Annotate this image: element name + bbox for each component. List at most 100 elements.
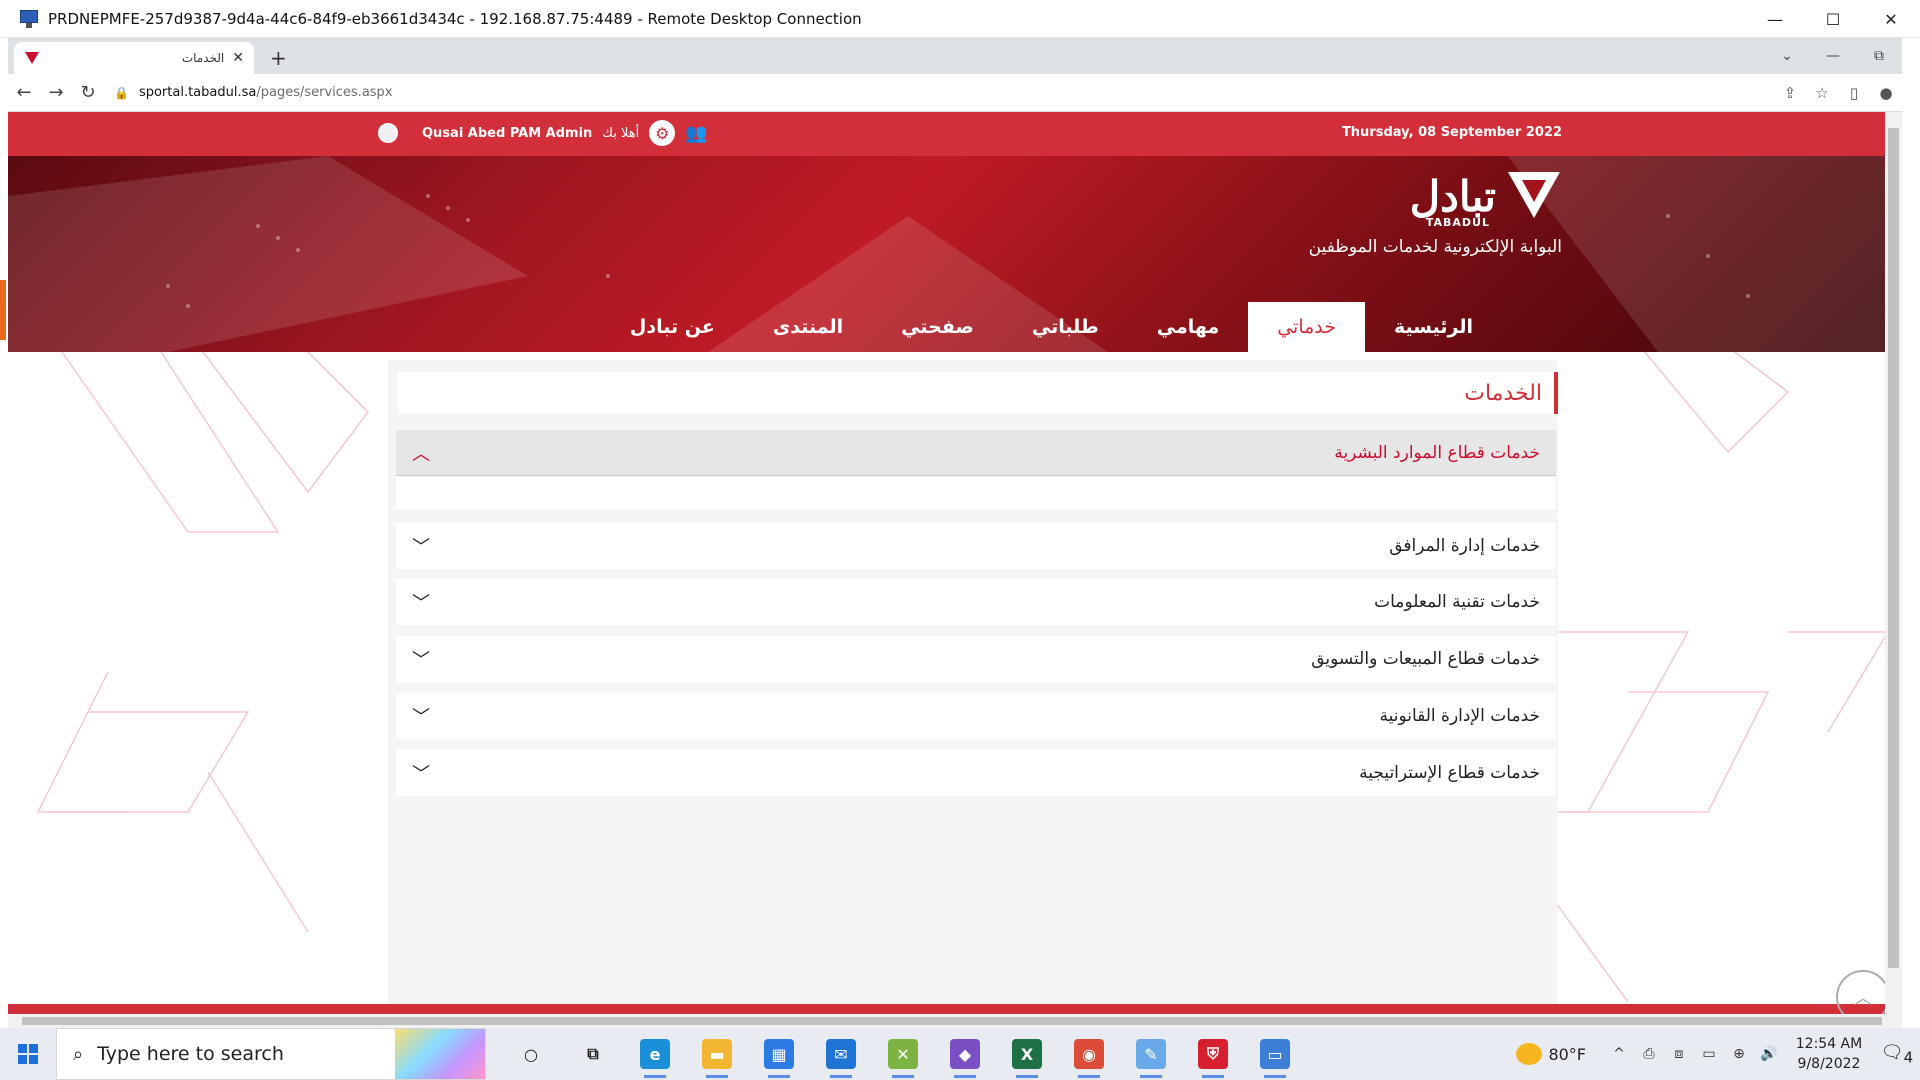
share-icon[interactable]: ⇪: [1774, 84, 1806, 102]
address-bar-row: ← → ↻ 🔒 sportal.tabadul.sa /pages/servic…: [8, 74, 1902, 112]
nav-item-my-services[interactable]: خدماتي: [1248, 302, 1366, 352]
page-title: الخدمات: [1464, 380, 1542, 406]
search-placeholder: Type here to search: [97, 1043, 284, 1065]
visual-studio-icon[interactable]: ◆: [934, 1028, 996, 1080]
network-icon[interactable]: ⊕: [1724, 1046, 1754, 1062]
tab-strip: الخدمات ✕ + ⌄ — ⧉: [8, 38, 1902, 74]
rdp-title-bar: PRDNEPMFE-257d9387-9d4a-44c6-84f9-eb3661…: [0, 0, 1920, 38]
weather-temp: 80°F: [1548, 1044, 1586, 1064]
language-globe-icon[interactable]: [378, 123, 398, 143]
mail-icon[interactable]: ✉: [810, 1028, 872, 1080]
paint-icon[interactable]: ✎: [1120, 1028, 1182, 1080]
accordion-label: خدمات قطاع الإستراتيجية: [1359, 763, 1540, 783]
nav-item-home[interactable]: الرئيسية: [1365, 302, 1502, 352]
windows-logo-icon: [18, 1044, 38, 1064]
portal-subtitle: البوابة الإلكترونية لخدمات الموظفين: [1308, 237, 1562, 257]
services-content: الخدمات ︿ خدمات قطاع الموارد البشرية ﹀ خ…: [388, 360, 1558, 1014]
clock-date: 9/8/2022: [1797, 1056, 1861, 1072]
users-group-icon[interactable]: 👥: [685, 123, 707, 144]
accordion-legal-services[interactable]: ﹀ خدمات الإدارة القانونية: [396, 693, 1556, 739]
tool-icon-glyph: ✕: [888, 1039, 918, 1069]
volume-icon[interactable]: 🔊: [1754, 1046, 1784, 1062]
chrome-icon[interactable]: ◉: [1058, 1028, 1120, 1080]
accordion-label: خدمات تقنية المعلومات: [1374, 592, 1540, 612]
nav-item-my-page[interactable]: صفحتي: [872, 302, 1003, 352]
main-navigation: الرئيسية خدماتي مهامي طلباتي صفحتي المنت…: [601, 302, 1502, 352]
page-viewport: Qusai Abed PAM Admin أهلا بك ⚙ 👥 Thursda…: [8, 112, 1902, 1014]
task-view-icon[interactable]: ⧉: [562, 1028, 624, 1080]
file-explorer-icon[interactable]: ▬: [686, 1028, 748, 1080]
chevron-down-icon: ﹀: [412, 537, 430, 558]
edge-icon[interactable]: e: [624, 1028, 686, 1080]
accordion-hr-services[interactable]: ︿ خدمات قطاع الموارد البشرية: [396, 430, 1556, 476]
taskbar-search[interactable]: ⌕ Type here to search: [56, 1028, 486, 1080]
accordion-label: خدمات قطاع المبيعات والتسويق: [1311, 649, 1540, 669]
shield-app-icon[interactable]: ⛨: [1182, 1028, 1244, 1080]
chevron-down-icon: ﹀: [412, 593, 430, 614]
remote-desktop-icon: [18, 9, 40, 29]
weather-widget[interactable]: 80°F: [1516, 1043, 1586, 1065]
url-field[interactable]: 🔒 sportal.tabadul.sa /pages/services.asp…: [114, 78, 1774, 108]
browser-minimize-button[interactable]: —: [1810, 48, 1856, 64]
side-panel-icon[interactable]: ▯: [1838, 84, 1870, 102]
meet-icon[interactable]: ⧈: [1664, 1046, 1694, 1062]
accordion-strategy-services[interactable]: ﹀ خدمات قطاع الإستراتيجية: [396, 750, 1556, 796]
nav-item-about[interactable]: عن تبادل: [601, 302, 744, 352]
file-explorer-icon-glyph: ▬: [702, 1039, 732, 1069]
brand-name-arabic: تبادل: [1409, 171, 1496, 221]
footer-strip: [8, 1004, 1902, 1014]
chrome-icon-glyph: ◉: [1074, 1039, 1104, 1069]
battery-icon[interactable]: ▭: [1694, 1046, 1724, 1062]
chevron-down-icon: ﹀: [412, 764, 430, 785]
remote-desktop-icon-glyph: ▭: [1260, 1039, 1290, 1069]
settings-gear-icon[interactable]: ⚙: [649, 120, 676, 146]
accordion-it-services[interactable]: ﹀ خدمات تقنية المعلومات: [396, 579, 1556, 625]
profile-icon[interactable]: ●: [1870, 84, 1902, 102]
horizontal-scrollbar[interactable]: [8, 1014, 1902, 1028]
browser-restore-button[interactable]: ⧉: [1856, 48, 1902, 64]
bookmark-star-icon[interactable]: ☆: [1806, 84, 1838, 102]
tab-search-button[interactable]: ⌄: [1764, 48, 1810, 64]
notification-center-icon[interactable]: 🗨4: [1874, 1042, 1920, 1067]
task-view-icon-glyph: ⧉: [587, 1044, 599, 1063]
tabadul-logo-icon: [1506, 168, 1562, 224]
chevron-up-icon: ︿: [412, 443, 430, 465]
maximize-button[interactable]: ☐: [1804, 0, 1862, 38]
search-highlight-art: [395, 1029, 485, 1079]
accordion-sales-services[interactable]: ﹀ خدمات قطاع المبيعات والتسويق: [396, 636, 1556, 682]
close-button[interactable]: ✕: [1862, 0, 1920, 38]
accordion-label: خدمات إدارة المرافق: [1389, 536, 1540, 556]
nav-item-my-requests[interactable]: طلباتي: [1003, 302, 1128, 352]
weather-icon: [1516, 1043, 1543, 1065]
excel-icon[interactable]: X: [996, 1028, 1058, 1080]
forward-button[interactable]: →: [40, 82, 72, 103]
user-name-link[interactable]: Qusai Abed PAM Admin: [422, 126, 592, 141]
visual-studio-icon-glyph: ◆: [950, 1039, 980, 1069]
paint-icon-glyph: ✎: [1136, 1039, 1166, 1069]
accordion-body-hr: [396, 477, 1556, 509]
back-button[interactable]: ←: [8, 82, 40, 103]
nav-item-my-tasks[interactable]: مهامي: [1128, 302, 1248, 352]
clock-time: 12:54 AM: [1795, 1036, 1863, 1052]
nav-item-forum[interactable]: المنتدى: [744, 302, 872, 352]
tool-icon[interactable]: ✕: [872, 1028, 934, 1080]
store-icon-glyph: ▦: [764, 1039, 794, 1069]
remote-desktop-icon[interactable]: ▭: [1244, 1028, 1306, 1080]
browser-tab[interactable]: الخدمات ✕: [14, 42, 254, 74]
show-hidden-icons-icon[interactable]: ^: [1604, 1046, 1634, 1062]
device-icon[interactable]: ⎙: [1634, 1046, 1664, 1062]
accordion-label: خدمات الإدارة القانونية: [1379, 706, 1540, 726]
reload-button[interactable]: ↻: [72, 82, 104, 103]
store-icon[interactable]: ▦: [748, 1028, 810, 1080]
accordion-facilities-services[interactable]: ﹀ خدمات إدارة المرافق: [396, 523, 1556, 569]
new-tab-button[interactable]: +: [270, 46, 287, 70]
window-edge-marker: [0, 280, 6, 340]
top-strip: Qusai Abed PAM Admin أهلا بك ⚙ 👥 Thursda…: [8, 112, 1902, 156]
vertical-scrollbar[interactable]: [1885, 112, 1902, 1014]
taskbar-clock[interactable]: 12:54 AM 9/8/2022: [1784, 1034, 1874, 1074]
tab-close-icon[interactable]: ✕: [232, 50, 244, 66]
minimize-button[interactable]: —: [1746, 0, 1804, 38]
cortana-icon[interactable]: ○: [500, 1028, 562, 1080]
notification-count: 4: [1903, 1048, 1914, 1067]
start-button[interactable]: [0, 1028, 56, 1080]
